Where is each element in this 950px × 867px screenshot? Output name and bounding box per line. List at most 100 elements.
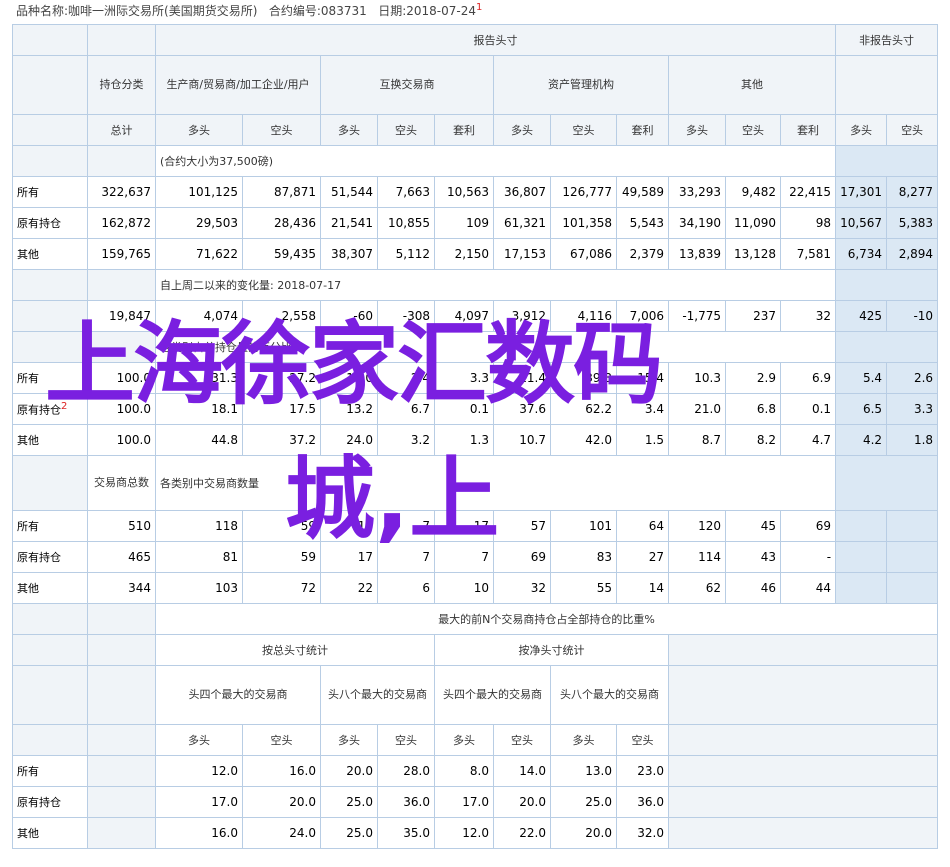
count-cell: 465 bbox=[87, 541, 156, 573]
change-since-note: 自上周二以来的变化量: 2018-07-17 bbox=[154, 269, 837, 301]
data-cell: 13,839 bbox=[668, 238, 726, 270]
concentration-cell: 14.0 bbox=[493, 755, 551, 787]
row-label: 所有 bbox=[12, 755, 88, 787]
percent-cell: 3.3 bbox=[434, 362, 494, 394]
percent-cell: 0.1 bbox=[434, 393, 494, 425]
blank-cell bbox=[886, 541, 939, 573]
row-label-text: 所有 bbox=[17, 372, 39, 385]
concentration-cell: 16.0 bbox=[242, 755, 321, 787]
nonreport-positions-header: 非报告头寸 bbox=[835, 24, 939, 56]
percent-cell: 2.4 bbox=[377, 362, 435, 394]
concentration-cell: 17.0 bbox=[155, 786, 243, 818]
blank-cell bbox=[87, 786, 156, 818]
row-label: 所有 bbox=[12, 176, 88, 208]
blank-cell bbox=[835, 331, 939, 363]
count-cell: 44 bbox=[779, 572, 837, 604]
blank-cell bbox=[87, 817, 156, 849]
long-header: 多头 bbox=[835, 114, 888, 146]
blank-cell bbox=[667, 755, 939, 787]
blank-cell bbox=[835, 55, 939, 115]
percent-cell: 11.4 bbox=[493, 362, 551, 394]
concentration-cell: 20.0 bbox=[242, 786, 321, 818]
percent-cell: 6.8 bbox=[725, 393, 781, 425]
change-cell: -60 bbox=[320, 300, 378, 332]
gross-top8-header: 头八个最大的交易商 bbox=[320, 665, 435, 725]
short-header: 空头 bbox=[377, 114, 435, 146]
spread-header: 套利 bbox=[779, 114, 837, 146]
concentration-cell: 22.0 bbox=[493, 817, 551, 849]
data-cell: 21,541 bbox=[320, 207, 378, 239]
change-cell: 237 bbox=[725, 300, 781, 332]
count-cell: 69 bbox=[779, 510, 837, 542]
concentration-cell: 32.0 bbox=[616, 817, 669, 849]
blank-cell bbox=[87, 634, 156, 666]
product-name: 咖啡一洲际交易所(美国期货交易所) bbox=[68, 4, 258, 18]
concentration-cell: 25.0 bbox=[320, 786, 378, 818]
row-label-text: 原有持仓 bbox=[17, 403, 61, 417]
percent-cell: 13.2 bbox=[320, 393, 378, 425]
report-header-line: 品种名称:咖啡一洲际交易所(美国期货交易所) 合约编号:083731 日期:20… bbox=[16, 2, 482, 19]
short-header: 空头 bbox=[886, 114, 939, 146]
table-row: 其他 344 103 72 22 6 10 32 55 14 62 46 44 bbox=[12, 572, 939, 604]
percent-cell: 6.5 bbox=[835, 393, 888, 425]
row-label: 其他 bbox=[12, 238, 88, 270]
percent-cell: 2.9 bbox=[725, 362, 781, 394]
producer-header: 生产商/贸易商/加工企业/用户 bbox=[155, 55, 321, 115]
blank-cell bbox=[835, 455, 939, 511]
blank-cell bbox=[12, 269, 88, 301]
table-row: 其他 159,765 71,622 59,435 38,307 5,112 2,150 17,… bbox=[12, 238, 939, 270]
gross-top4-header: 头四个最大的交易商 bbox=[155, 665, 321, 725]
percent-cell: 1.5 bbox=[616, 424, 669, 456]
data-cell: 17,301 bbox=[835, 176, 888, 208]
long-header: 多头 bbox=[493, 114, 551, 146]
change-cell: 32 bbox=[779, 300, 837, 332]
count-cell: 103 bbox=[155, 572, 243, 604]
long-header: 多头 bbox=[668, 114, 726, 146]
concentration-cell: 20.0 bbox=[550, 817, 617, 849]
concentration-cell: 24.0 bbox=[242, 817, 321, 849]
percent-cell: 0.1 bbox=[779, 393, 837, 425]
product-label: 品种名称: bbox=[16, 4, 69, 18]
count-cell: 344 bbox=[87, 572, 156, 604]
data-cell: 7,663 bbox=[377, 176, 435, 208]
table-row: 所有 12.0 16.0 20.0 28.0 8.0 14.0 13.0 23.0 bbox=[12, 755, 939, 787]
count-cell: 59 bbox=[242, 510, 321, 542]
data-cell: 34,190 bbox=[668, 207, 726, 239]
concentration-cell: 8.0 bbox=[434, 755, 494, 787]
percent-cell: 6.7 bbox=[377, 393, 435, 425]
net-top8-header: 头八个最大的交易商 bbox=[550, 665, 669, 725]
data-cell: 28,436 bbox=[242, 207, 321, 239]
spread-header: 套利 bbox=[434, 114, 494, 146]
percent-cell: 3.2 bbox=[377, 424, 435, 456]
net-position-header: 按净头寸统计 bbox=[434, 634, 669, 666]
data-cell: 49,589 bbox=[616, 176, 669, 208]
table-row: 原有持仓 162,872 29,503 28,436 21,541 10,855 109 61… bbox=[12, 207, 939, 239]
data-cell: 5,543 bbox=[616, 207, 669, 239]
count-cell: 22 bbox=[320, 572, 378, 604]
count-cell: 7 bbox=[377, 541, 435, 573]
data-cell: 67,086 bbox=[550, 238, 617, 270]
change-cell: 4,116 bbox=[550, 300, 617, 332]
row-label: 原有持仓 bbox=[12, 541, 88, 573]
data-cell: 38,307 bbox=[320, 238, 378, 270]
count-cell: 72 bbox=[242, 572, 321, 604]
data-cell: 9,482 bbox=[725, 176, 781, 208]
table-row: 原有持仓 17.0 20.0 25.0 36.0 17.0 20.0 25.0 36.0 bbox=[12, 786, 939, 818]
data-cell: 101,125 bbox=[155, 176, 243, 208]
long-header: 多头 bbox=[155, 724, 243, 756]
percent-cell: 8.2 bbox=[725, 424, 781, 456]
data-cell: 159,765 bbox=[87, 238, 156, 270]
change-cell: 3,912 bbox=[493, 300, 551, 332]
short-header: 空头 bbox=[550, 114, 617, 146]
percent-cell: 62.2 bbox=[550, 393, 617, 425]
concentration-cell: 23.0 bbox=[616, 755, 669, 787]
concentration-cell: 16.0 bbox=[155, 817, 243, 849]
blank-cell bbox=[835, 145, 939, 177]
table-row: 所有 322,637 101,125 87,871 51,544 7,663 10,563 3… bbox=[12, 176, 939, 208]
concentration-cell: 17.0 bbox=[434, 786, 494, 818]
data-cell: 126,777 bbox=[550, 176, 617, 208]
table-row: 原有持仓2 100.0 18.1 17.5 13.2 6.7 0.1 37.6 62.2 3.4 2… bbox=[12, 393, 939, 425]
blank-cell bbox=[12, 665, 88, 725]
short-header: 空头 bbox=[616, 724, 669, 756]
blank-cell bbox=[12, 455, 88, 511]
